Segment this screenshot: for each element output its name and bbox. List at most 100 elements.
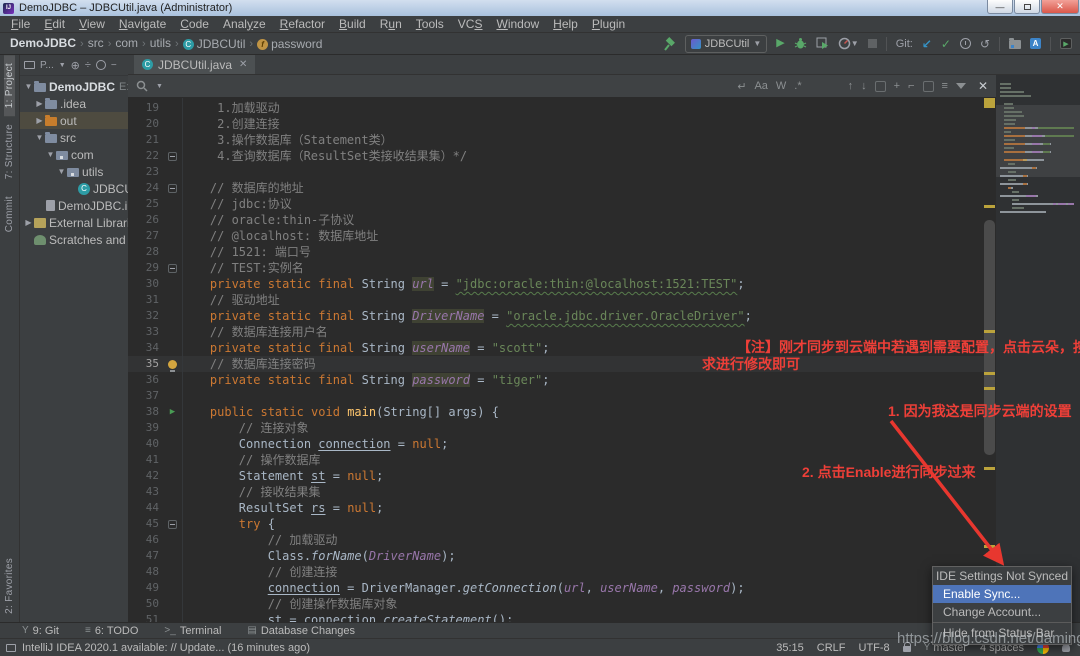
- editor-scrollbar[interactable]: [984, 98, 996, 622]
- code-line-23[interactable]: 23: [128, 164, 984, 180]
- tree-chevron-icon[interactable]: ▼: [34, 133, 45, 142]
- newline-icon[interactable]: ↵: [737, 80, 746, 93]
- search-input[interactable]: [171, 78, 729, 95]
- translate-icon[interactable]: A: [1030, 38, 1041, 49]
- line-number[interactable]: 39: [128, 420, 164, 436]
- line-number[interactable]: 48: [128, 564, 164, 580]
- line-number[interactable]: 31: [128, 292, 164, 308]
- tree-item-com[interactable]: ▼ com: [20, 146, 128, 163]
- error-stripe-mark[interactable]: [984, 205, 995, 208]
- find-in-selection-icon[interactable]: [874, 80, 886, 92]
- line-number[interactable]: 46: [128, 532, 164, 548]
- caret-position-widget[interactable]: 35:15: [776, 642, 804, 654]
- collapse-all-icon[interactable]: ÷: [85, 59, 91, 71]
- line-number[interactable]: 28: [128, 244, 164, 260]
- menu-edit[interactable]: Edit: [37, 16, 72, 33]
- git-commit-check-icon[interactable]: ✓: [941, 38, 951, 50]
- tree-chevron-icon[interactable]: ▶: [34, 116, 45, 125]
- run-gutter-arrow-icon[interactable]: ▶: [170, 404, 175, 420]
- tree-item-utils[interactable]: ▼ utils: [20, 163, 128, 180]
- tool-window-button-terminal[interactable]: >_ Terminal: [164, 625, 221, 637]
- menu-view[interactable]: View: [72, 16, 112, 33]
- code-line-21[interactable]: 21 3.操作数据库（Statement类）: [128, 132, 984, 148]
- rollback-icon[interactable]: ↺: [980, 38, 990, 50]
- menu-run[interactable]: Run: [373, 16, 409, 33]
- code-line-40[interactable]: 40 Connection connection = null;: [128, 436, 984, 452]
- line-number[interactable]: 35: [128, 356, 164, 372]
- menu-help[interactable]: Help: [546, 16, 585, 33]
- line-number[interactable]: 45: [128, 516, 164, 532]
- git-update-icon[interactable]: ↙: [922, 38, 932, 50]
- tree-chevron-icon[interactable]: ▼: [56, 167, 67, 176]
- line-number[interactable]: 49: [128, 580, 164, 596]
- line-ending-widget[interactable]: CRLF: [817, 642, 846, 654]
- code-line-26[interactable]: 26 // oracle:thin-子协议: [128, 212, 984, 228]
- error-stripe-mark[interactable]: [984, 387, 995, 390]
- debug-bug-icon[interactable]: [794, 37, 807, 50]
- stop-button[interactable]: [867, 39, 877, 48]
- encoding-widget[interactable]: UTF-8: [859, 642, 890, 654]
- code-line-35[interactable]: 35 // 数据库连接密码: [128, 356, 984, 372]
- code-line-28[interactable]: 28 // 1521: 端口号: [128, 244, 984, 260]
- menu-code[interactable]: Code: [173, 16, 216, 33]
- line-number[interactable]: 29: [128, 260, 164, 276]
- filter-funnel-icon[interactable]: [955, 83, 966, 89]
- hide-panel-icon[interactable]: −: [111, 60, 117, 71]
- tree-item-jdbcutil[interactable]: CJDBCUtil: [20, 180, 128, 197]
- tree-chevron-icon[interactable]: ▼: [23, 82, 34, 91]
- fold-icon[interactable]: [168, 263, 177, 273]
- maximize-button[interactable]: [1014, 0, 1040, 14]
- code-line-31[interactable]: 31 // 驱动地址: [128, 292, 984, 308]
- code-line-27[interactable]: 27 // @localhost: 数据库地址: [128, 228, 984, 244]
- project-structure-folder-icon[interactable]: [1009, 38, 1021, 49]
- tab-jdbcutil[interactable]: C JDBCUtil.java ✕: [134, 55, 256, 74]
- error-stripe-mark[interactable]: [984, 467, 995, 470]
- tree-item-demojdbc-iml[interactable]: DemoJDBC.iml: [20, 197, 128, 214]
- run-configuration-select[interactable]: JDBCUtil ▼: [684, 34, 768, 53]
- menu-tools[interactable]: Tools: [409, 16, 451, 33]
- breadcrumb-item-com[interactable]: com: [115, 36, 138, 50]
- line-number[interactable]: 19: [128, 100, 164, 116]
- tree-item-out[interactable]: ▶ out: [20, 112, 128, 129]
- tool-window-button-commit[interactable]: Commit: [4, 188, 15, 240]
- run-with-coverage-icon[interactable]: [816, 37, 829, 50]
- error-stripe-mark[interactable]: [984, 545, 995, 548]
- line-number[interactable]: 24: [128, 180, 164, 196]
- line-number[interactable]: 42: [128, 468, 164, 484]
- code-line-51[interactable]: 51 st = connection.createStatement();: [128, 612, 984, 622]
- project-view-select[interactable]: P...: [40, 60, 54, 71]
- line-number[interactable]: 30: [128, 276, 164, 292]
- tree-item-scratches-and-consoles[interactable]: Scratches and Consoles: [20, 231, 128, 248]
- tool-window-button-favorites[interactable]: 2: Favorites: [4, 550, 15, 622]
- regex-toggle[interactable]: .*: [794, 80, 801, 92]
- tree-item-src[interactable]: ▼ src: [20, 129, 128, 146]
- line-number[interactable]: 33: [128, 324, 164, 340]
- code-line-19[interactable]: 19 1.加载驱动: [128, 100, 984, 116]
- code-editor[interactable]: 19 1.加载驱动 20 2.创建连接 21 3.操作数据库（Statement类）…: [128, 98, 984, 622]
- line-number[interactable]: 34: [128, 340, 164, 356]
- update-message[interactable]: IntelliJ IDEA 2020.1 available: // Updat…: [22, 642, 310, 654]
- line-number[interactable]: 27: [128, 228, 164, 244]
- profiler-button[interactable]: ▼: [838, 37, 859, 50]
- tool-window-button-todo-list[interactable]: ≡ 6: TODO: [85, 625, 138, 637]
- menu-window[interactable]: Window: [489, 16, 546, 33]
- code-line-47[interactable]: 47 Class.forName(DriverName);: [128, 548, 984, 564]
- code-line-25[interactable]: 25 // jdbc:协议: [128, 196, 984, 212]
- breadcrumb-item-src[interactable]: src: [88, 36, 104, 50]
- tool-window-button-project[interactable]: 1: Project: [4, 55, 15, 117]
- tree-item-demojdbc[interactable]: ▼ DemoJDBCE:\Wor: [20, 78, 128, 95]
- breadcrumb-item-demojdbc[interactable]: DemoJDBC: [10, 36, 76, 50]
- words-toggle[interactable]: W: [776, 80, 786, 92]
- add-occurrence-icon[interactable]: +: [894, 80, 900, 92]
- code-line-49[interactable]: 49 connection = DriverManager.getConnect…: [128, 580, 984, 596]
- search-history-chevron-icon[interactable]: ▼: [156, 83, 163, 90]
- error-stripe-mark[interactable]: [984, 330, 995, 333]
- code-line-24[interactable]: 24 // 数据库的地址: [128, 180, 984, 196]
- code-line-50[interactable]: 50 // 创建操作数据库对象: [128, 596, 984, 612]
- code-line-45[interactable]: 45 try {: [128, 516, 984, 532]
- run-console-icon[interactable]: ▶: [1060, 38, 1072, 49]
- line-number[interactable]: 26: [128, 212, 164, 228]
- run-button[interactable]: ▶: [776, 38, 784, 49]
- tree-chevron-icon[interactable]: ▼: [45, 150, 56, 159]
- menu-vcs[interactable]: VCS: [451, 16, 490, 33]
